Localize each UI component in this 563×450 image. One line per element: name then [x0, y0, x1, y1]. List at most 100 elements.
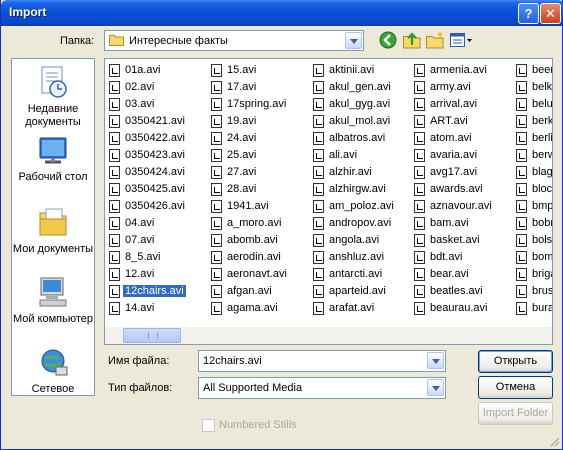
file-item[interactable]: 04.avi	[107, 215, 187, 232]
file-item[interactable]: 03.avi	[107, 96, 187, 113]
file-item[interactable]: briga	[514, 266, 552, 283]
place-my-computer[interactable]: Мой компьютер	[12, 275, 94, 326]
file-item[interactable]: 14.avi	[107, 300, 187, 317]
file-item[interactable]: akul_gen.avi	[311, 79, 396, 96]
file-item[interactable]: awards.avi	[412, 181, 494, 198]
look-in-combo[interactable]: Интересные факты	[104, 30, 364, 51]
file-item[interactable]: bloc	[514, 181, 552, 198]
file-item[interactable]: avg17.avi	[412, 164, 494, 181]
file-item[interactable]: 1941.avi	[209, 198, 289, 215]
place-desktop[interactable]: Рабочий стол	[12, 135, 94, 184]
file-item[interactable]: berli	[514, 130, 552, 147]
file-item[interactable]: belk	[514, 79, 552, 96]
file-item[interactable]: armenia.avi	[412, 62, 494, 79]
scrollbar-thumb[interactable]	[123, 328, 181, 343]
file-item[interactable]: akul_gyg.avi	[311, 96, 396, 113]
file-item[interactable]: 0350424.avi	[107, 164, 187, 181]
file-item[interactable]: berk	[514, 113, 552, 130]
file-item[interactable]: 17spring.avi	[209, 96, 289, 113]
file-item[interactable]: alzhirgw.avi	[311, 181, 396, 198]
file-item[interactable]: 15.avi	[209, 62, 289, 79]
import-folder-button[interactable]: Import Folder	[478, 402, 553, 425]
file-item[interactable]: 01a.avi	[107, 62, 187, 79]
resize-grip-icon[interactable]	[548, 435, 560, 447]
title-bar[interactable]: Import ? ✕	[1, 0, 563, 26]
file-item[interactable]: angola.avi	[311, 232, 396, 249]
close-button[interactable]: ✕	[540, 3, 561, 24]
chevron-down-icon[interactable]	[345, 32, 362, 49]
file-item[interactable]: beatles.avi	[412, 283, 494, 300]
file-item[interactable]: aktinii.avi	[311, 62, 396, 79]
file-item[interactable]: aeronavt.avi	[209, 266, 289, 283]
file-item[interactable]: army.avi	[412, 79, 494, 96]
file-item[interactable]: bdt.avi	[412, 249, 494, 266]
file-item[interactable]: avaria.avi	[412, 147, 494, 164]
file-item[interactable]: 28.avi	[209, 181, 289, 198]
file-item[interactable]: aerodin.avi	[209, 249, 289, 266]
file-item[interactable]: 02.avi	[107, 79, 187, 96]
file-item[interactable]: 12.avi	[107, 266, 187, 283]
file-item[interactable]: a_moro.avi	[209, 215, 289, 232]
new-folder-icon[interactable]	[425, 30, 445, 50]
cancel-button[interactable]: Отмена	[478, 376, 553, 399]
file-list[interactable]: 01a.avi 02.avi 03.avi 0350421.avi 0350422.av…	[104, 58, 553, 345]
filetype-combo[interactable]: All Supported Media	[198, 377, 446, 399]
numbered-stills-checkbox[interactable]	[202, 419, 215, 432]
file-item[interactable]: albatros.avi	[311, 130, 396, 147]
file-item[interactable]: 0350422.avi	[107, 130, 187, 147]
file-item[interactable]: brus	[514, 283, 552, 300]
file-item[interactable]: 27.avi	[209, 164, 289, 181]
file-item[interactable]: bear.avi	[412, 266, 494, 283]
file-item[interactable]: ART.avi	[412, 113, 494, 130]
up-folder-icon[interactable]	[402, 30, 422, 50]
file-item[interactable]: 0350423.avi	[107, 147, 187, 164]
file-item[interactable]: 24.avi	[209, 130, 289, 147]
file-item[interactable]: bura	[514, 300, 552, 317]
chevron-down-icon[interactable]	[427, 352, 444, 369]
file-item[interactable]: 0350426.avi	[107, 198, 187, 215]
file-item[interactable]: bam.avi	[412, 215, 494, 232]
file-item[interactable]: beer	[514, 62, 552, 79]
file-item[interactable]: belu	[514, 96, 552, 113]
file-item[interactable]: 19.avi	[209, 113, 289, 130]
filename-input[interactable]: 12chairs.avi	[203, 355, 262, 367]
chevron-down-icon[interactable]	[427, 379, 444, 396]
file-item[interactable]: berw	[514, 147, 552, 164]
file-item[interactable]: blag	[514, 164, 552, 181]
file-item[interactable]: arrival.avi	[412, 96, 494, 113]
file-item[interactable]: bom	[514, 249, 552, 266]
place-network[interactable]: Сетевое	[12, 347, 94, 395]
place-my-documents[interactable]: Мои документы	[12, 205, 94, 256]
file-item[interactable]: basket.avi	[412, 232, 494, 249]
file-item[interactable]: bolsl	[514, 232, 552, 249]
view-menu-icon[interactable]	[449, 30, 473, 50]
open-button[interactable]: Открыть	[478, 350, 553, 373]
file-item[interactable]: aznavour.avi	[412, 198, 494, 215]
file-item[interactable]: 17.avi	[209, 79, 289, 96]
file-item[interactable]: abomb.avi	[209, 232, 289, 249]
file-item[interactable]: am_poloz.avi	[311, 198, 396, 215]
file-item[interactable]: 8_5.avi	[107, 249, 187, 266]
file-item[interactable]: 07.avi	[107, 232, 187, 249]
file-item[interactable]: 0350425.avi	[107, 181, 187, 198]
file-item[interactable]: aparteid.avi	[311, 283, 396, 300]
file-item[interactable]: afgan.avi	[209, 283, 289, 300]
file-item[interactable]: bmp	[514, 198, 552, 215]
file-item[interactable]: beaurau.avi	[412, 300, 494, 317]
file-item[interactable]: arafat.avi	[311, 300, 396, 317]
place-recent-documents[interactable]: Недавние документы	[12, 65, 94, 129]
file-item[interactable]: akul_mol.avi	[311, 113, 396, 130]
file-item[interactable]: 0350421.avi	[107, 113, 187, 130]
file-item[interactable]: agama.avi	[209, 300, 289, 317]
help-button[interactable]: ?	[518, 3, 539, 24]
horizontal-scrollbar[interactable]	[105, 327, 552, 344]
file-item[interactable]: andropov.avi	[311, 215, 396, 232]
file-item[interactable]: 12chairs.avi	[107, 283, 187, 300]
file-item[interactable]: 25.avi	[209, 147, 289, 164]
file-item[interactable]: atom.avi	[412, 130, 494, 147]
file-item[interactable]: anshluz.avi	[311, 249, 396, 266]
file-item[interactable]: alzhir.avi	[311, 164, 396, 181]
back-icon[interactable]	[378, 30, 398, 50]
file-item[interactable]: antarcti.avi	[311, 266, 396, 283]
file-item[interactable]: bobr	[514, 215, 552, 232]
